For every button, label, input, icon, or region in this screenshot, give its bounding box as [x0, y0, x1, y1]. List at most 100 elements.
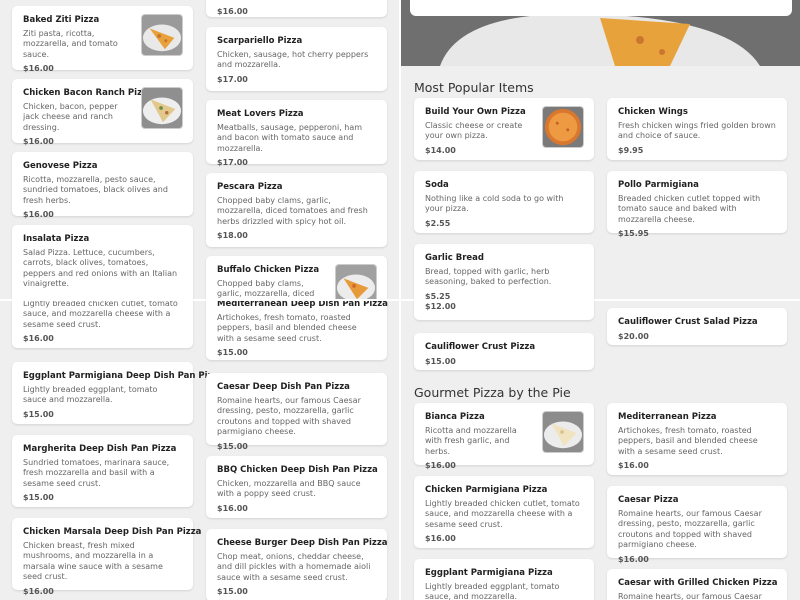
- item-name: Pollo Parmigiana: [618, 180, 699, 190]
- pizza-slice-photo-icon: [335, 264, 377, 300]
- menu-panel-bottom-right: $12.00 Cauliflower Crust Salad Pizza $20…: [400, 300, 800, 600]
- menu-panel-top-right: Most Popular Items Build Your Own Pizza …: [400, 0, 800, 300]
- item-name: Cauliflower Crust Salad Pizza: [618, 317, 758, 327]
- item-description: Lightly breaded eggplant, tomato sauce, …: [425, 582, 560, 600]
- item-description: Romaine hearts, our famous Caesar dressi…: [618, 509, 762, 550]
- item-name: Chicken Parmigiana Pizza: [425, 485, 548, 495]
- menu-item-card[interactable]: Soda Nothing like a cold soda to go with…: [414, 171, 594, 233]
- menu-item-card[interactable]: Eggplant Parmigiana Deep Dish Pan Pizza …: [12, 362, 224, 424]
- menu-item-card[interactable]: Chicken Parmigiana Pizza Lightly breaded…: [414, 476, 594, 548]
- item-price: $15.00: [217, 441, 248, 451]
- item-description: Bread, topped with garlic, herb seasonin…: [425, 267, 552, 287]
- item-name: BBQ Chicken Deep Dish Pan Pizza: [217, 465, 378, 475]
- menu-item-card[interactable]: Baked Ziti Pizza Ziti pasta, ricotta, mo…: [12, 6, 193, 73]
- item-name: Genovese Pizza: [23, 161, 98, 171]
- menu-item-card[interactable]: Pescara Pizza Chopped baby clams, garlic…: [206, 173, 387, 247]
- item-name: Meat Lovers Pizza: [217, 109, 304, 119]
- item-name: Eggplant Parmigiana Pizza: [425, 568, 553, 578]
- item-price: $15.95: [618, 229, 649, 239]
- item-name: Eggplant Parmigiana Deep Dish Pan Pizza: [23, 371, 224, 381]
- item-name: Chicken Wings: [618, 107, 688, 117]
- menu-item-card[interactable]: Pollo Parmigiana Breaded chicken cutlet …: [607, 171, 787, 238]
- item-name: Caesar Pizza: [618, 495, 679, 505]
- item-description: Artichokes, fresh tomato, roasted pepper…: [618, 426, 758, 456]
- item-name: Cauliflower Crust Pizza: [425, 342, 536, 352]
- item-price: $16.00: [217, 503, 248, 513]
- menu-item-card[interactable]: Bianca Pizza Ricotta and mozzarella with…: [414, 403, 594, 470]
- item-description: Artichokes, fresh tomato, roasted pepper…: [217, 313, 357, 343]
- item-name: Soda: [425, 180, 449, 190]
- menu-item-card[interactable]: Caesar with Grilled Chicken Pizza Romain…: [607, 569, 787, 600]
- menu-item-card[interactable]: Margherita Deep Dish Pan Pizza Sundried …: [12, 435, 193, 507]
- section-title: Gourmet Pizza by the Pie: [414, 385, 571, 400]
- item-price: $17.00: [217, 74, 248, 84]
- item-description: Chicken, sausage, hot cherry peppers and…: [217, 50, 369, 70]
- item-price: $15.00: [23, 409, 54, 419]
- item-name: Pescara Pizza: [217, 182, 283, 192]
- item-description: Salad Pizza. Lettuce, cucumbers, carrots…: [23, 248, 178, 289]
- menu-item-card[interactable]: Caesar Pizza Romaine hearts, our famous …: [607, 486, 787, 564]
- menu-panel-top-left: Baked Ziti Pizza Ziti pasta, ricotta, mo…: [0, 0, 400, 300]
- item-description: Chicken breast, fresh mixed mushrooms, a…: [23, 541, 163, 582]
- item-price: $16.00: [23, 210, 54, 220]
- menu-item-card[interactable]: Eggplant Parmigiana Pizza Lightly breade…: [414, 559, 594, 600]
- menu-item-card[interactable]: Chicken Bacon Ranch Pizza Chicken, bacon…: [12, 79, 193, 146]
- item-description: Lightly breaded chicken cutlet, tomato s…: [23, 300, 178, 329]
- item-name: Caesar Deep Dish Pan Pizza: [217, 382, 350, 392]
- menu-item-card[interactable]: Chicken Wings Fresh chicken wings fried …: [607, 98, 787, 160]
- menu-item-card[interactable]: Mediterranean Pizza Artichokes, fresh to…: [607, 403, 787, 475]
- item-price: $16.00: [618, 554, 649, 564]
- pizza-photo-icon: [542, 106, 584, 148]
- menu-item-card[interactable]: Buffalo Chicken Pizza Chopped baby clams…: [206, 256, 387, 300]
- item-price: $15.00: [425, 357, 456, 366]
- menu-item-card[interactable]: Lightly breaded chicken cutlet, tomato s…: [12, 300, 193, 348]
- item-name: Chicken Marsala Deep Dish Pan Pizza: [23, 527, 202, 537]
- item-price: $2.55: [425, 218, 451, 228]
- item-price: $9.95: [618, 145, 644, 155]
- item-price: $16.00: [618, 461, 649, 471]
- menu-item-card[interactable]: Chicken Marsala Deep Dish Pan Pizza Chic…: [12, 518, 202, 596]
- menu-item-card[interactable]: Genovese Pizza Ricotta, mozzarella, pest…: [12, 152, 193, 219]
- item-price: $20.00: [618, 332, 649, 341]
- menu-item-card[interactable]: $12.00: [414, 300, 594, 320]
- menu-item-card[interactable]: Cauliflower Crust Salad Pizza $20.00: [607, 308, 787, 345]
- hero-image: [400, 0, 800, 66]
- item-description: Meatballs, sausage, pepperoni, ham and b…: [217, 123, 363, 153]
- menu-item-card[interactable]: Cheese Burger Deep Dish Pan Pizza Chop m…: [206, 529, 388, 600]
- menu-item-card[interactable]: Scarpariello Pizza Chicken, sausage, hot…: [206, 27, 387, 91]
- item-price: $16.00: [23, 64, 54, 74]
- item-price: $16.00: [23, 334, 54, 344]
- item-description: Ricotta, mozzarella, pesto sauce, sundri…: [23, 175, 168, 205]
- item-price: $17.00: [217, 158, 248, 168]
- item-description: Fresh chicken wings fried golden brown a…: [618, 121, 776, 141]
- menu-item-card[interactable]: Mediterranean Deep Dish Pan Pizza Artich…: [206, 300, 388, 360]
- item-name: Margherita Deep Dish Pan Pizza: [23, 444, 177, 454]
- hero-overlay-card: [410, 0, 792, 16]
- item-price: $15.00: [217, 348, 248, 358]
- menu-item-card[interactable]: $16.00: [206, 0, 387, 17]
- item-price: $16.00: [217, 7, 248, 16]
- item-description: Chopped baby clams, garlic, mozzarella, …: [217, 196, 368, 226]
- item-price: $15.00: [23, 493, 54, 503]
- item-name: Insalata Pizza: [23, 234, 90, 244]
- item-description: Breaded chicken cutlet topped with tomat…: [618, 194, 761, 224]
- menu-item-card[interactable]: Insalata Pizza Salad Pizza. Lettuce, cuc…: [12, 225, 193, 300]
- panel-divider: [0, 299, 800, 301]
- item-price: $16.00: [425, 461, 456, 471]
- item-name: Cheese Burger Deep Dish Pan Pizza: [217, 538, 388, 548]
- item-description: Romaine hearts, our famous Caesar dressi…: [217, 396, 361, 437]
- item-name: Mediterranean Pizza: [618, 412, 717, 422]
- menu-item-card[interactable]: Build Your Own Pizza Classic cheese or c…: [414, 98, 594, 160]
- item-price: $16.00: [23, 586, 54, 596]
- pizza-slice-photo-icon: [141, 14, 183, 56]
- item-name: Garlic Bread: [425, 253, 484, 263]
- pizza-slice-photo-icon: [141, 87, 183, 129]
- item-price: $16.00: [425, 534, 456, 544]
- item-price: $16.00: [23, 137, 54, 147]
- menu-item-card[interactable]: Cauliflower Crust Pizza $15.00: [414, 333, 594, 370]
- menu-item-card[interactable]: BBQ Chicken Deep Dish Pan Pizza Chicken,…: [206, 456, 387, 518]
- menu-item-card[interactable]: Caesar Deep Dish Pan Pizza Romaine heart…: [206, 373, 387, 451]
- menu-item-card[interactable]: Meat Lovers Pizza Meatballs, sausage, pe…: [206, 100, 387, 167]
- item-description: Lightly breaded chicken cutlet, tomato s…: [425, 499, 580, 529]
- menu-item-card[interactable]: Garlic Bread Bread, topped with garlic, …: [414, 244, 594, 300]
